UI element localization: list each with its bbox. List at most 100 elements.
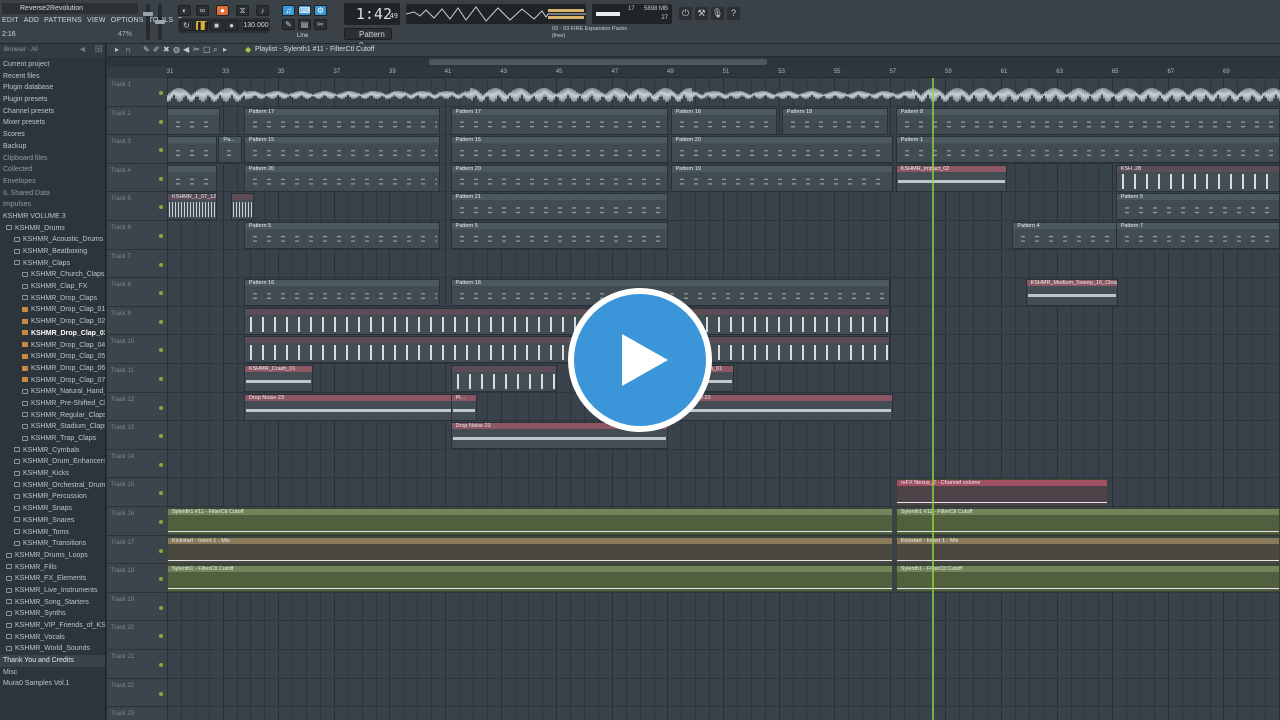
audio-clip[interactable]: [243, 307, 891, 335]
track-header[interactable]: Track 5: [107, 192, 167, 221]
browser-item[interactable]: Collected: [0, 164, 105, 176]
menu-item[interactable]: EDIT: [2, 17, 19, 27]
browser-item[interactable]: Plugin presets: [0, 94, 105, 106]
pattern-clip[interactable]: [167, 136, 218, 164]
browser-item[interactable]: KSHMR_Orchestral_Drums: [0, 480, 105, 492]
audio-clip[interactable]: KSHMR_Medium_Sweep_16_Clean: [1025, 279, 1119, 307]
playlist-paint-icon[interactable]: ✐: [153, 46, 160, 54]
track-lane[interactable]: [167, 478, 1280, 507]
paint-tool-icon[interactable]: ▤: [298, 19, 311, 30]
browser-item[interactable]: Mura0 Samples Vol.1: [0, 678, 105, 690]
audio-clip[interactable]: KSHMR_1_07_128: [167, 193, 218, 221]
track-header[interactable]: Track 14: [107, 449, 167, 479]
track-lane[interactable]: [167, 593, 1280, 622]
track-header[interactable]: Track 13: [107, 421, 167, 450]
browser-item[interactable]: KSHMR_Regular_Claps: [0, 410, 105, 422]
track-header[interactable]: Track 12: [107, 392, 167, 422]
track-lane[interactable]: [167, 679, 1280, 708]
record-mode-icon[interactable]: ●: [216, 5, 229, 16]
track-header[interactable]: Track 10: [107, 335, 167, 364]
track-mute-led[interactable]: [159, 262, 163, 267]
pattern-clip[interactable]: [167, 107, 220, 135]
pattern-clip[interactable]: Pattern 20: [450, 164, 668, 192]
browser-item[interactable]: Channel presets: [0, 106, 105, 118]
video-play-button[interactable]: [568, 288, 712, 432]
automation-clip[interactable]: Kickstart - Insert 1 - Mix: [167, 536, 894, 564]
automation-clip[interactable]: reFX Nexus_2 - Channel volume: [895, 479, 1108, 507]
track-mute-led[interactable]: [159, 405, 163, 410]
browser-pin-icon[interactable]: ⊞: [95, 44, 103, 55]
browser-item[interactable]: KSHMR_Drop_Claps: [0, 293, 105, 305]
browser-item[interactable]: KSHMR_Drop_Clap_03_128: [0, 328, 105, 340]
loop-record-icon[interactable]: ↻: [180, 20, 193, 31]
track-mute-led[interactable]: [159, 377, 163, 381]
browser-item[interactable]: KSHMR_Percussion: [0, 491, 105, 503]
audio-clip[interactable]: [230, 193, 255, 221]
pattern-clip[interactable]: Pattern 19: [670, 164, 894, 192]
pattern-clip[interactable]: Pattern 5: [1115, 193, 1280, 221]
playlist-mute-icon[interactable]: ◍: [173, 46, 180, 54]
track-mute-led[interactable]: [159, 520, 163, 524]
browser-item[interactable]: Current project: [0, 59, 105, 71]
automation-clip[interactable]: Sylenth1 #11 - FilterCtl Cutoff: [167, 508, 894, 535]
audio-clip[interactable]: Drop Noise 23: [670, 393, 894, 421]
master-pitch-slider[interactable]: [155, 4, 165, 40]
browser-item[interactable]: Impulses: [0, 199, 105, 211]
browser-item[interactable]: KSHMR_Drop_Clap_05_128: [0, 351, 105, 363]
step-edit-icon[interactable]: ⚙: [314, 5, 327, 16]
browser-item[interactable]: Backup: [0, 141, 105, 153]
track-header[interactable]: Track 15: [107, 478, 167, 507]
browser-item[interactable]: KSHMR_Song_Starters: [0, 597, 105, 609]
track-mute-led[interactable]: [159, 462, 163, 467]
slice-tool-icon[interactable]: ✂: [314, 19, 327, 30]
snap-icon[interactable]: ♫: [282, 5, 295, 16]
track-header[interactable]: Track 8: [107, 278, 167, 307]
help-icon[interactable]: ?: [727, 7, 740, 20]
browser-item[interactable]: KSHMR_VIP_Friends_of_KSHMR: [0, 620, 105, 632]
browser-item[interactable]: KSHMR_World_Sounds: [0, 643, 105, 655]
browser-item[interactable]: KSHMR_Natural_Hand_Claps: [0, 386, 105, 398]
browser-item[interactable]: KSHMR_Drop_Clap_01_126: [0, 304, 105, 316]
track-header[interactable]: Track 19: [107, 592, 167, 622]
playlist-magnet-icon[interactable]: ∩: [125, 46, 132, 54]
horizontal-scrollbar[interactable]: [429, 59, 767, 65]
loop-icon[interactable]: ∞: [196, 5, 209, 16]
pattern-clip[interactable]: Pattern 20: [243, 164, 440, 192]
track-mute-led[interactable]: [159, 319, 163, 324]
browser-item[interactable]: IL Shared Data: [0, 188, 105, 200]
playlist-grid[interactable]: Pattern 17 Pattern 17 Pattern 18 Pattern 18…: [167, 78, 1280, 720]
browser-item[interactable]: Mixer presets: [0, 117, 105, 129]
browser-item[interactable]: KSHMR_Drum_Enhancers: [0, 456, 105, 468]
audio-clip[interactable]: KSHMR_Crash_01: [243, 365, 313, 392]
browser-item[interactable]: KSHMR_Toms: [0, 527, 105, 539]
pattern-clip[interactable]: Pattern 5: [450, 222, 668, 249]
browser-item[interactable]: Thank You and Credits: [0, 655, 105, 667]
browser-item[interactable]: KSHMR_Drop_Clap_07_125: [0, 375, 105, 387]
browser-item[interactable]: KSHMR_Drop_Clap_02_128: [0, 316, 105, 328]
track-mute-led[interactable]: [159, 663, 163, 667]
pattern-clip[interactable]: Pattern 18: [781, 107, 888, 135]
microphone-icon[interactable]: 🎙: [711, 7, 724, 20]
track-header[interactable]: Track 9: [107, 306, 167, 336]
pattern-clip[interactable]: Pattern 20: [670, 136, 894, 164]
track-header[interactable]: Track 2: [107, 106, 167, 136]
automation-clip[interactable]: Sylenth1 - FilterCtl Cutoff: [167, 565, 894, 593]
timeline-ruler[interactable]: 31 33 35 37 39 41 43 45 47 49 51 53 55 57 59 61 63 65 67 69: [167, 67, 1280, 78]
playlist-select-icon[interactable]: ▢: [203, 46, 211, 54]
track-mute-led[interactable]: [159, 234, 163, 238]
track-mute-led[interactable]: [159, 434, 163, 439]
pattern-clip[interactable]: Pattern 15: [243, 136, 440, 164]
power-icon[interactable]: ⏻: [679, 7, 692, 20]
pattern-clip[interactable]: Pattern 1: [895, 136, 1280, 164]
pattern-clip[interactable]: Pattern 17: [243, 107, 440, 135]
pattern-clip[interactable]: Pattern 4: [1012, 222, 1119, 249]
browser-item[interactable]: KSHMR_Cymbals: [0, 445, 105, 457]
news-panel[interactable]: 03 · 03 FIRE Expansion Packs (free): [552, 26, 632, 42]
track-lane[interactable]: [167, 621, 1280, 650]
track-header[interactable]: Track 18: [107, 564, 167, 593]
pattern-clip[interactable]: Pattern 17: [450, 107, 668, 135]
pattern-clip[interactable]: Pa...: [218, 136, 243, 164]
track-lane[interactable]: [167, 421, 1280, 450]
pattern-clip[interactable]: Pattern 5: [243, 222, 440, 249]
pattern-clip[interactable]: Pattern 7: [1115, 222, 1280, 249]
